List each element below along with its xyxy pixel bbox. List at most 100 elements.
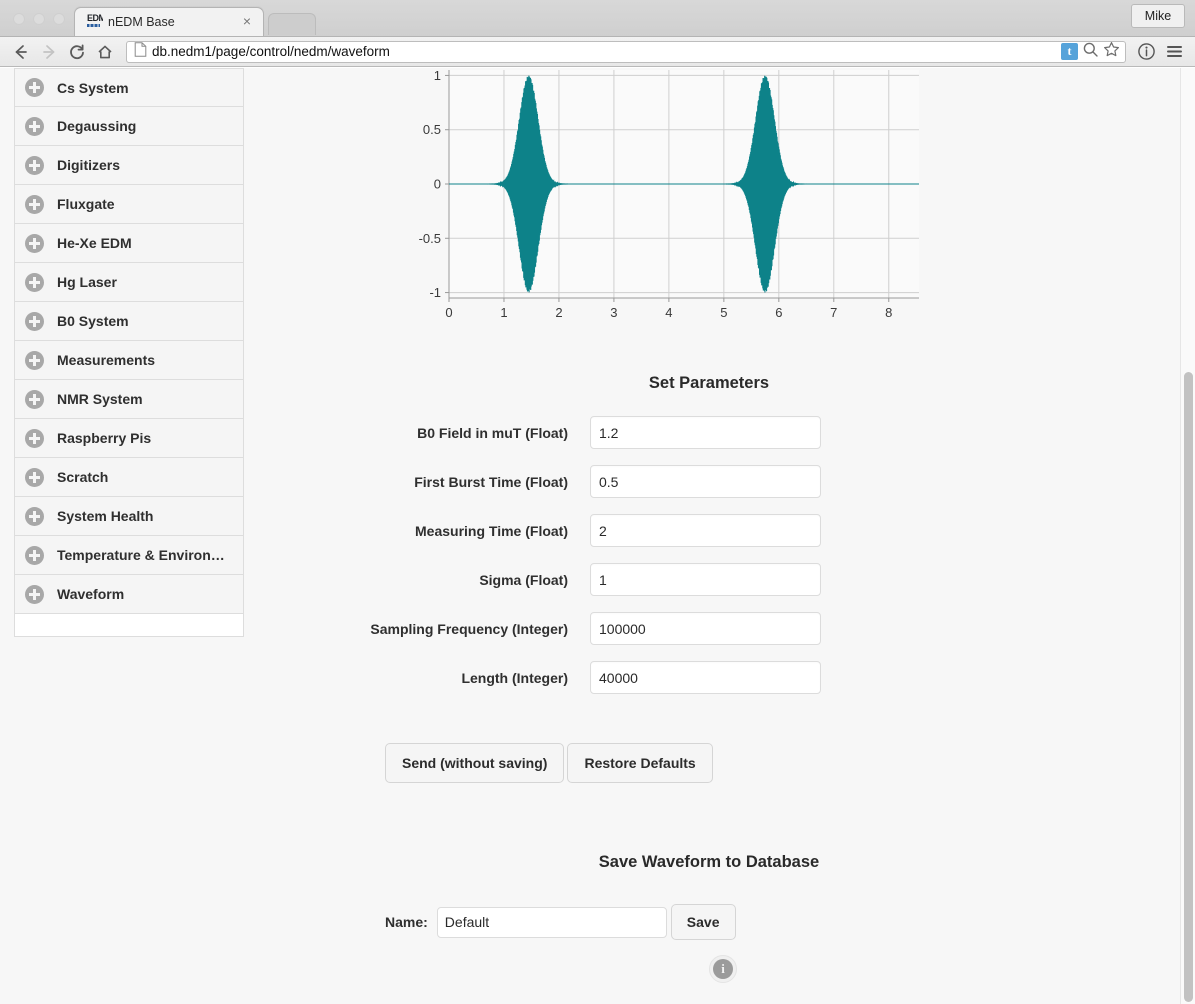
measuring-time-input[interactable] <box>590 514 821 547</box>
svg-text:5: 5 <box>720 305 727 320</box>
plus-circle-icon <box>25 272 44 292</box>
url-bar-icons: t <box>1061 41 1122 62</box>
plus-circle-icon <box>25 428 44 448</box>
maximize-window-button[interactable] <box>53 13 65 25</box>
sidebar-item-label: Temperature & Environ… <box>57 547 225 563</box>
reload-icon[interactable] <box>64 40 90 64</box>
save-name-input[interactable] <box>436 906 667 938</box>
param-row-b0-field: B0 Field in muT (Float) <box>244 408 1174 457</box>
url-bar[interactable]: db.nedm1/page/control/nedm/waveform t <box>126 40 1126 63</box>
waveform-chart: 0 1 2 3 4 5 6 7 8 -1 -0.5 0 0.5 1 <box>415 68 923 328</box>
b0-field-input[interactable] <box>590 416 821 449</box>
param-label: Sampling Frequency (Integer) <box>370 620 568 637</box>
sidebar-item-cs-system[interactable]: Cs System <box>14 68 244 107</box>
save-button[interactable]: Save <box>670 904 736 940</box>
sidebar-item-raspberry-pis[interactable]: Raspberry Pis <box>14 419 244 458</box>
forward-icon[interactable] <box>36 40 62 64</box>
info-circle-icon[interactable]: i <box>709 955 737 983</box>
sidebar-item-degaussing[interactable]: Degaussing <box>14 107 244 146</box>
minimize-window-button[interactable] <box>33 13 45 25</box>
sidebar-item-b0-system[interactable]: B0 System <box>14 302 244 341</box>
page-scrollbar-thumb[interactable] <box>1184 372 1193 1002</box>
sidebar-item-waveform[interactable]: Waveform <box>14 575 244 614</box>
window-controls <box>0 13 74 36</box>
sigma-input[interactable] <box>590 563 821 596</box>
svg-text:1: 1 <box>500 305 507 320</box>
svg-text:0.5: 0.5 <box>423 122 441 137</box>
plus-circle-icon <box>25 116 44 136</box>
favicon-bar <box>87 24 100 27</box>
tab-strip: EDM nEDM Base × Mike <box>0 0 1195 37</box>
sidebar-item-temperature-environment[interactable]: Temperature & Environ… <box>14 536 244 575</box>
sidebar-item-label: Raspberry Pis <box>57 430 152 446</box>
tab-title: nEDM Base <box>108 15 175 29</box>
sidebar: Cs System Degaussing Digitizers Fluxgate… <box>14 68 244 637</box>
home-icon[interactable] <box>92 40 118 64</box>
param-label: Length (Integer) <box>461 669 568 686</box>
plus-circle-icon <box>25 584 44 604</box>
length-input[interactable] <box>590 661 821 694</box>
waveform-plot-svg: 0 1 2 3 4 5 6 7 8 -1 -0.5 0 0.5 1 <box>419 68 919 320</box>
profile-button[interactable]: Mike <box>1131 4 1185 28</box>
plus-circle-icon <box>25 311 44 331</box>
search-icon[interactable] <box>1082 42 1099 62</box>
close-icon[interactable]: × <box>239 14 255 29</box>
browser-window: EDM nEDM Base × Mike db.nedm1/page/contr… <box>0 0 1195 1004</box>
parameters-form: B0 Field in muT (Float) First Burst Time… <box>244 408 1174 702</box>
star-icon[interactable] <box>1103 41 1120 62</box>
sidebar-item-measurements[interactable]: Measurements <box>14 341 244 380</box>
param-label: Measuring Time (Float) <box>415 522 568 539</box>
plus-circle-icon <box>25 467 44 487</box>
back-icon[interactable] <box>8 40 34 64</box>
param-row-first-burst-time: First Burst Time (Float) <box>244 457 1174 506</box>
browser-tab[interactable]: EDM nEDM Base × <box>74 7 264 36</box>
info-glyph: i <box>713 959 733 979</box>
sidebar-item-system-health[interactable]: System Health <box>14 497 244 536</box>
svg-text:3: 3 <box>610 305 617 320</box>
new-tab-button[interactable] <box>268 13 316 35</box>
sampling-frequency-input[interactable] <box>590 612 821 645</box>
param-label: Sigma (Float) <box>479 571 568 588</box>
sidebar-item-label: Scratch <box>57 469 109 485</box>
first-burst-time-input[interactable] <box>590 465 821 498</box>
svg-text:-0.5: -0.5 <box>419 231 441 246</box>
param-row-sigma: Sigma (Float) <box>244 555 1174 604</box>
sidebar-item-digitizers[interactable]: Digitizers <box>14 146 244 185</box>
info-icon[interactable] <box>1133 40 1159 64</box>
send-without-saving-button[interactable]: Send (without saving) <box>385 743 565 783</box>
hamburger-menu-icon[interactable] <box>1161 40 1187 64</box>
sidebar-item-nmr-system[interactable]: NMR System <box>14 380 244 419</box>
tumblr-badge-icon[interactable]: t <box>1061 43 1078 60</box>
page-scrollbar[interactable] <box>1180 68 1195 1004</box>
sidebar-item-scratch[interactable]: Scratch <box>14 458 244 497</box>
sidebar-item-he-xe-edm[interactable]: He-Xe EDM <box>14 224 244 263</box>
param-row-sampling-frequency: Sampling Frequency (Integer) <box>244 604 1174 653</box>
param-label: B0 Field in muT (Float) <box>417 424 568 441</box>
favicon-text: EDM <box>87 14 103 23</box>
svg-text:2: 2 <box>555 305 562 320</box>
svg-text:0: 0 <box>434 177 441 192</box>
sidebar-item-label: Hg Laser <box>57 274 117 290</box>
url-text: db.nedm1/page/control/nedm/waveform <box>152 44 390 59</box>
sidebar-item-label: Fluxgate <box>57 196 115 212</box>
svg-text:0: 0 <box>445 305 452 320</box>
param-row-length: Length (Integer) <box>244 653 1174 702</box>
save-waveform-row: Name: Save <box>244 904 1174 940</box>
svg-text:4: 4 <box>665 305 672 320</box>
page-document-icon <box>134 41 147 62</box>
action-buttons: Send (without saving) Restore Defaults <box>385 743 713 783</box>
save-name-label: Name: <box>385 914 428 930</box>
close-window-button[interactable] <box>13 13 25 25</box>
sidebar-item-label: Digitizers <box>57 157 121 173</box>
set-parameters-heading: Set Parameters <box>648 374 770 392</box>
svg-text:7: 7 <box>830 305 837 320</box>
restore-defaults-button[interactable]: Restore Defaults <box>567 743 713 783</box>
svg-text:8: 8 <box>885 305 892 320</box>
param-row-measuring-time: Measuring Time (Float) <box>244 506 1174 555</box>
sidebar-item-hg-laser[interactable]: Hg Laser <box>14 263 244 302</box>
sidebar-item-fluxgate[interactable]: Fluxgate <box>14 185 244 224</box>
plus-circle-icon <box>25 545 44 565</box>
plus-circle-icon <box>25 233 44 253</box>
plus-circle-icon <box>25 194 44 214</box>
save-waveform-heading: Save Waveform to Database <box>598 853 820 871</box>
